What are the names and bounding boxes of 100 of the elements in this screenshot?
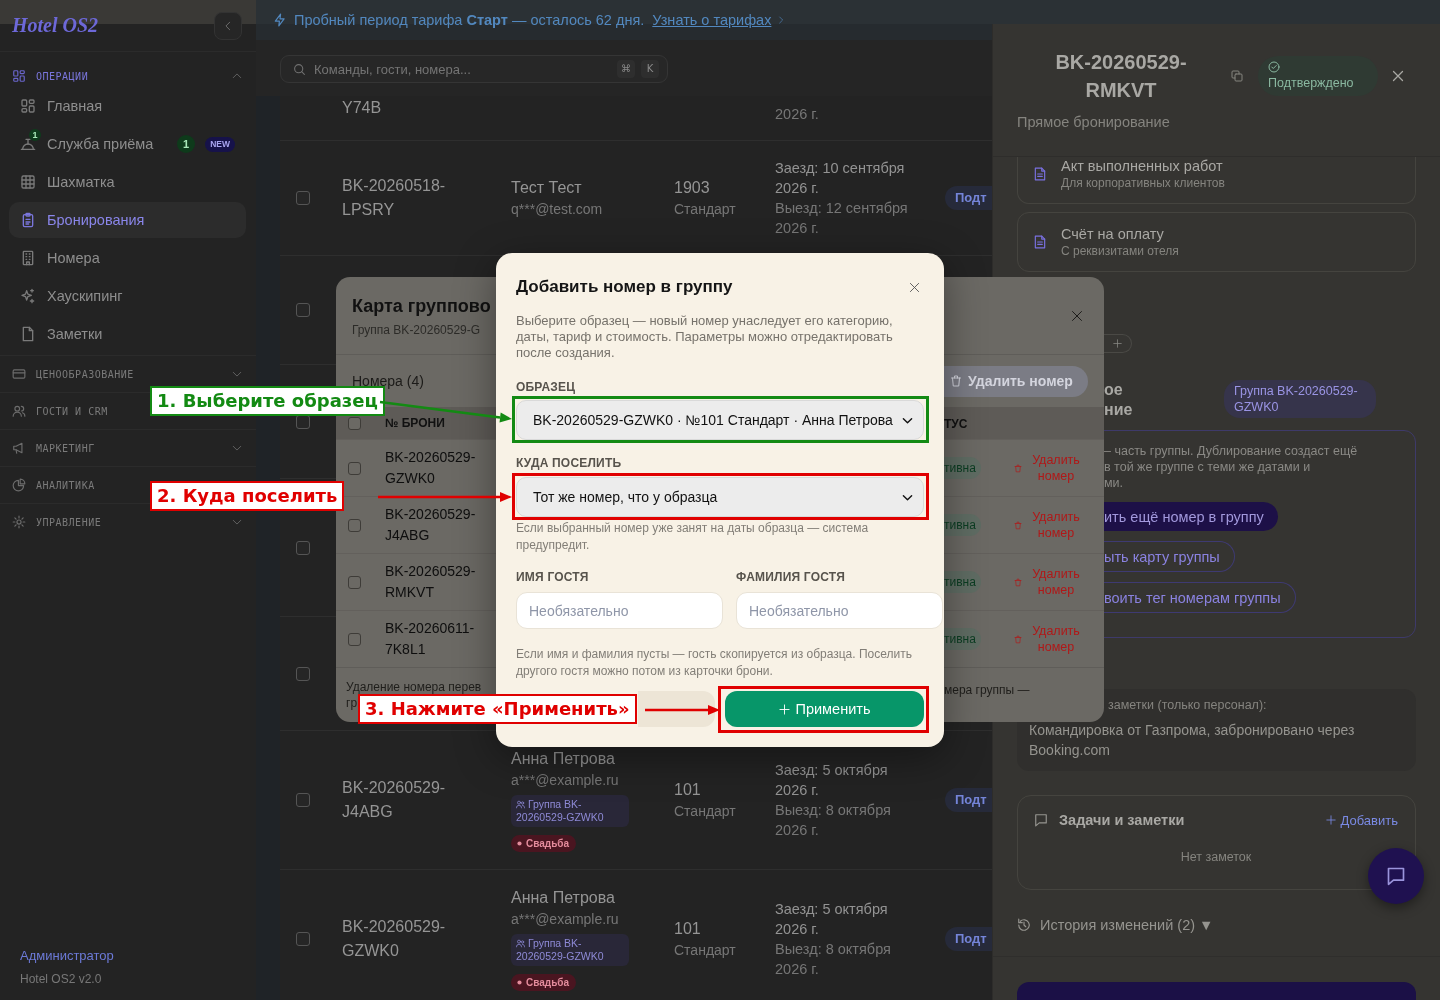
nav-item[interactable]: Бронирования [9,202,246,238]
booking-number: BK-20260529-J4ABG [385,505,477,545]
document-card[interactable]: Счёт на оплату С реквизитами отеля [1017,212,1416,272]
checkin-date: Заезд: 10 сентября 2026 г. [775,159,906,198]
people-icon [516,800,525,809]
key-hint: K [641,60,659,78]
add-button[interactable] [1104,334,1132,353]
booking-number: BK-20260518-LPSRY [342,176,447,220]
collapse-sidebar-button[interactable] [214,11,242,40]
room-number: 1903 [674,178,710,198]
field-hint: Если имя и фамилия пусты — гость скопируется из образца. Поселить другого гостя можно потом из карточки брони. [516,646,913,680]
dropdown-select[interactable]: Тот же номер, что у образца [516,477,924,517]
row-checkbox[interactable] [348,518,361,532]
section-title[interactable]: МАРКЕТИНГ [36,442,95,454]
annotation-label: 3. Нажмите «Применить» [358,694,637,724]
status-text: Подтверждено [1268,75,1354,91]
section-title[interactable]: ОПЕРАЦИИ [36,70,89,82]
row-checkbox[interactable] [296,793,310,807]
dialog-title: Добавить номер в группу [516,277,733,297]
field-label: ФАМИЛИЯ ГОСТЯ [736,570,846,584]
row-checkbox[interactable] [296,666,310,681]
booking-number: BK-20260529-J4ABG [342,778,447,822]
copy-icon[interactable] [1231,70,1243,82]
name-input-field[interactable]: Необязательно [736,592,943,629]
row-checkbox[interactable] [296,303,310,317]
trash-icon [1014,520,1022,530]
section-title[interactable]: УПРАВЛЕНИЕ [36,516,102,528]
annotation-label: 2. Куда поселить [150,481,345,511]
apply-button[interactable]: Применить [725,691,924,727]
document-card[interactable]: Акт выполненных работ Для корпоративных клиентов [1017,157,1416,204]
lightning-icon [273,13,287,27]
guest-name: Анна Петрова [511,888,615,908]
chevron-down-icon [232,369,242,379]
field-label: ОБРАЗЕЦ [516,380,577,394]
checkout-date: Выезд: 8 октября 2026 г. [775,801,892,840]
guest-name: Анна Петрова [511,749,615,769]
room-category: Стандарт [674,941,736,960]
section-title[interactable]: ЦЕНООБРАЗОВАНИЕ [36,368,134,380]
chevron-right-icon [777,16,786,24]
close-icon[interactable] [909,281,920,293]
plus-icon [1113,339,1122,348]
row-checkbox[interactable] [296,540,310,555]
chevron-up-icon [232,71,242,81]
trash-icon [1014,463,1022,473]
plus-icon [1325,815,1336,825]
key-hint: ⌘ [617,60,635,78]
credit-card-icon [12,367,26,381]
dropdown-select[interactable]: BK-20260529-GZWK0 · №101 Стандарт · Анна Петрова [516,400,924,440]
booking-title: BK-20260529-RMKVT [1054,50,1188,103]
search-field[interactable]: Команды, гости, номера... ⌘ K [280,55,668,83]
name-input-field[interactable]: Необязательно [516,592,723,629]
rooms-heading: Номера (4) [352,373,424,389]
close-icon[interactable] [1071,309,1083,322]
chat-icon [1386,866,1406,886]
status-pill: Подт [945,186,992,210]
card-subtitle: Группа BK-20260529-G [352,321,481,338]
file-icon [20,326,36,342]
row-checkbox[interactable] [348,461,361,475]
section-title[interactable]: ГОСТИ И CRM [36,405,108,417]
column-header: № БРОНИ [385,416,445,430]
checkout-date: 2026 г. [775,105,819,124]
document-subtitle: Для корпоративных клиентов [1061,175,1225,191]
group-action-button[interactable]: ить ещё номер в группу [1104,502,1278,531]
row-checkbox[interactable] [296,191,310,205]
field-label: ИМЯ ГОСТЯ [516,570,590,584]
field-label: КУДА ПОСЕЛИТЬ [516,456,623,470]
user-role[interactable]: Администратор [20,947,236,965]
history-toggle[interactable]: История изменений (2) ▼ [1017,916,1214,934]
secondary-button[interactable] [638,691,715,727]
column-header: ТУС [944,417,968,431]
status-pill: тивна [944,628,981,650]
nav-item[interactable]: Заметки [9,316,246,352]
nav-item[interactable]: Шахматка [9,164,246,200]
bell-icon [20,136,36,152]
close-icon[interactable] [1392,70,1404,82]
document-icon [1033,166,1047,182]
group-link[interactable]: Группа BK-20260529-GZWK0 [511,934,629,966]
row-checkbox[interactable] [348,575,361,589]
check-circle-icon [1268,61,1280,73]
megaphone-icon [12,441,26,455]
pie-chart-icon [12,478,26,492]
tag-dot-icon [517,841,522,846]
nav-item[interactable]: Хаускипинг [9,278,246,314]
delete-room-button[interactable]: Удалить номер [944,365,1088,397]
tariffs-link[interactable]: Узнать о тарифах [652,12,772,28]
group-badge[interactable]: Группа BK-20260529-GZWK0 [1224,380,1376,418]
add-task-link[interactable]: Добавить [1325,812,1398,828]
row-checkbox[interactable] [348,632,361,646]
table-icon [20,174,36,190]
guest-email: a***@example.ru [511,771,619,790]
tag-label: Свадьба [526,838,570,849]
nav-item[interactable]: Номера [9,240,246,276]
nav-item[interactable]: Главная [9,88,246,124]
section-title[interactable]: АНАЛИТИКА [36,479,95,491]
group-link[interactable]: Группа BK-20260529-GZWK0 [511,795,629,827]
room-number: 101 [674,919,701,939]
row-checkbox[interactable] [296,932,310,946]
trial-notice: Пробный период тарифа Старт — осталось 62 дня. [294,12,645,28]
select-all-checkbox[interactable] [348,416,361,430]
checkin-date: Заезд: 5 октября 2026 г. [775,900,889,939]
